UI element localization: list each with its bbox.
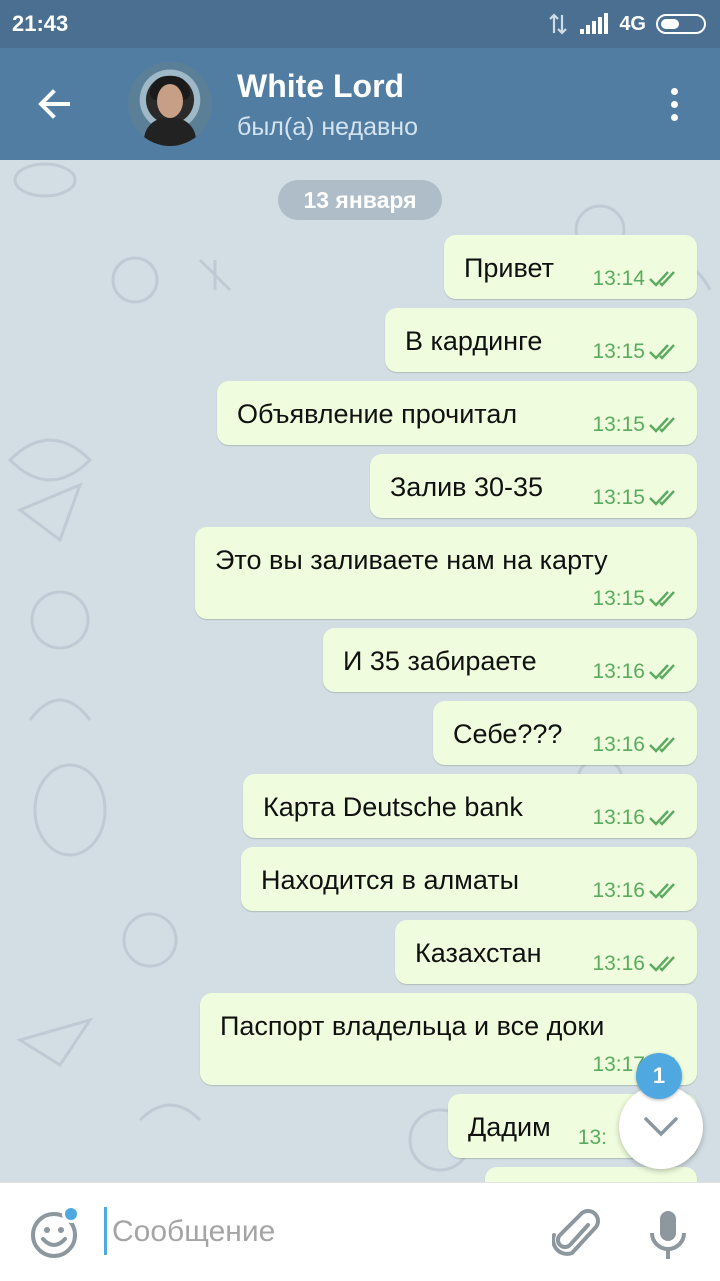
avatar-figure — [144, 118, 196, 146]
message-time: 13:16 — [592, 733, 645, 756]
message-time: 13:16 — [592, 660, 645, 683]
message-bubble[interactable]: Залив 30-35 13:15 — [370, 454, 697, 518]
status-indicators: 4G — [547, 9, 706, 39]
new-stickers-dot — [62, 1205, 80, 1223]
message-time: 13:15 — [592, 587, 645, 610]
message-time: 13:14 — [592, 267, 645, 290]
message-meta: 13:15 — [592, 587, 681, 611]
message-text: Находится в алматы — [261, 865, 520, 895]
more-options-button[interactable] — [652, 78, 696, 130]
message-text: Залив 30-35 — [390, 472, 544, 502]
message-time: 13:16 — [592, 806, 645, 829]
message-bubble[interactable]: Паспорт владельца и все доки 13:17 — [200, 993, 697, 1085]
message-meta: 13:16 — [592, 879, 681, 903]
message-meta: 13:16 — [592, 660, 681, 684]
chevron-down-icon — [644, 1117, 678, 1137]
message-bubble[interactable]: Это вы заливаете нам на карту 13:15 — [195, 527, 697, 619]
avatar-face — [157, 84, 183, 118]
message-meta: 13:16 — [592, 806, 681, 830]
message-text: Это вы заливаете нам на карту — [215, 545, 608, 575]
contact-name[interactable]: White Lord — [237, 68, 404, 105]
back-arrow-icon — [38, 89, 70, 119]
attach-icon — [551, 1209, 600, 1256]
more-vert-icon — [670, 87, 678, 95]
message-time: 13:15 — [592, 486, 645, 509]
double-check-icon — [649, 883, 675, 899]
voice-record-button[interactable] — [646, 1207, 690, 1263]
message-meta: 13:14 — [592, 267, 681, 291]
message-time: 13:16 — [592, 952, 645, 975]
more-vert-dot — [670, 113, 678, 121]
message-meta: 13:15 — [592, 340, 681, 364]
network-type: 4G — [619, 12, 646, 35]
message-bubble[interactable]: Казахстан 13:16 — [395, 920, 697, 984]
text-caret — [104, 1207, 107, 1255]
status-bar: 21:43 4G — [0, 0, 720, 48]
double-check-icon — [649, 591, 675, 607]
mic-icon — [650, 1211, 686, 1259]
message-time: 13:16 — [592, 879, 645, 902]
double-check-icon — [649, 664, 675, 680]
more-vert-dot — [670, 100, 678, 108]
message-text: Привет — [464, 253, 555, 283]
message-time: 13:15 — [592, 340, 645, 363]
message-input[interactable] — [110, 1203, 534, 1261]
message-text: Паспорт владельца и все доки — [220, 1011, 605, 1041]
message-time: 13: — [577, 1126, 607, 1149]
message-time: 13:15 — [592, 413, 645, 436]
composer-bar — [0, 1182, 720, 1281]
chat-header: White Lord был(а) недавно — [0, 48, 720, 160]
double-check-icon — [649, 490, 675, 506]
attach-button[interactable] — [551, 1207, 602, 1263]
message-text: Объявление прочитал — [237, 399, 518, 429]
message-text: Себе??? — [453, 719, 563, 749]
back-button[interactable] — [24, 76, 84, 132]
double-check-icon — [649, 737, 675, 753]
message-bubble[interactable]: Себе??? 13:16 — [433, 701, 697, 765]
double-check-icon — [649, 810, 675, 826]
contact-avatar[interactable] — [128, 62, 212, 146]
message-text: В кардинге — [405, 326, 543, 356]
message-bubble[interactable]: И 35 забираете 13:16 — [323, 628, 697, 692]
status-time: 21:43 — [12, 11, 69, 36]
double-check-icon — [649, 417, 675, 433]
message-bubble[interactable]: В кардинге 13:15 — [385, 308, 697, 372]
double-check-icon — [649, 271, 675, 287]
message-meta: 13:15 — [592, 486, 681, 510]
message-bubble-partial[interactable] — [485, 1167, 697, 1182]
unread-count-badge: 1 — [636, 1053, 682, 1099]
double-check-icon — [649, 344, 675, 360]
message-bubble[interactable]: Карта Deutsche bank 13:16 — [243, 774, 697, 838]
date-separator: 13 января — [278, 180, 442, 220]
message-meta: 13:16 — [592, 733, 681, 757]
contact-status: был(а) недавно — [237, 113, 419, 141]
message-bubble[interactable]: Привет 13:14 — [444, 235, 697, 299]
message-list[interactable]: 13 января Привет 13:14 В кардинге 13:15 … — [0, 160, 720, 1182]
message-text: Дадим — [468, 1112, 551, 1142]
message-text: И 35 забираете — [343, 646, 537, 676]
message-text: Карта Deutsche bank — [263, 792, 523, 822]
message-bubble[interactable]: Объявление прочитал 13:15 — [217, 381, 697, 445]
signal-icon — [580, 13, 609, 34]
message-text: Казахстан — [415, 938, 542, 968]
double-check-icon — [649, 956, 675, 972]
battery-icon — [656, 14, 706, 34]
message-meta: 13:16 — [592, 952, 681, 976]
message-meta: 13:15 — [592, 413, 681, 437]
message-meta: 13: — [578, 1126, 607, 1150]
data-transfer-icon — [549, 13, 568, 35]
message-bubble[interactable]: Находится в алматы 13:16 — [241, 847, 697, 911]
